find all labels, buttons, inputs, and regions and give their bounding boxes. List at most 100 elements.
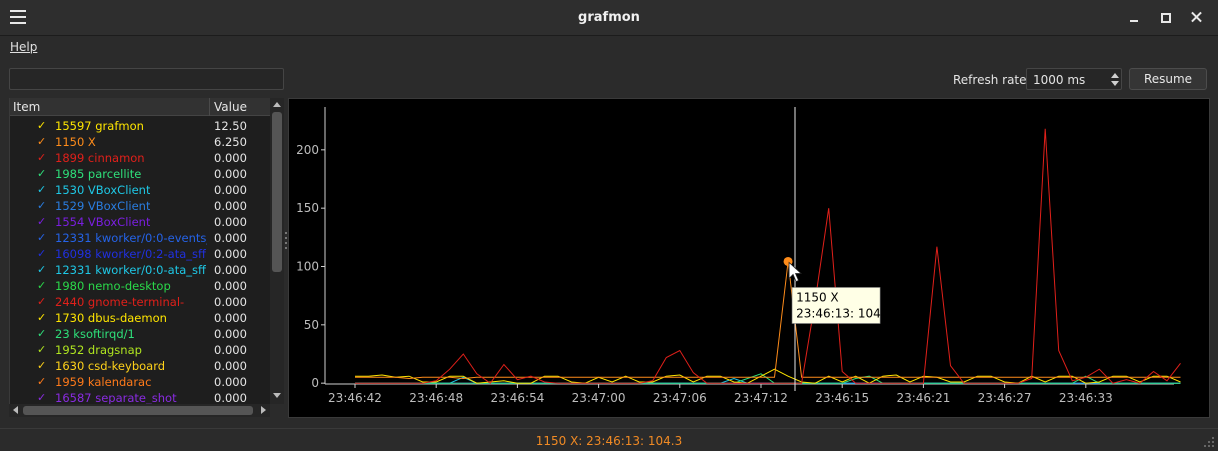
list-item-value: 0.000 (214, 263, 247, 277)
checkbox-check-icon[interactable]: ✓ (37, 246, 46, 262)
horizontal-scrollbar[interactable] (9, 404, 270, 417)
refresh-rate-label: Refresh rate: (953, 73, 1031, 87)
list-item-label: 1952 dragsnap (55, 343, 142, 357)
checkbox-check-icon[interactable]: ✓ (37, 390, 46, 404)
list-item-label: 1150 X (55, 135, 96, 149)
list-item[interactable]: ✓ 1150 X 6.250 (10, 134, 270, 150)
list-item-value: 0.000 (214, 247, 247, 261)
refresh-rate-spinbox[interactable]: 1000 ms (1026, 68, 1122, 90)
filter-input[interactable] (9, 68, 284, 90)
column-header-item[interactable]: Item (13, 100, 40, 114)
list-item-label: 1529 VBoxClient (55, 199, 151, 213)
menu-bar: Help (0, 37, 1218, 59)
process-list[interactable]: Item Value ✓ 15597 grafmon 12.50 ✓ 1150 X 6.2… (9, 98, 270, 404)
x-tick-label: 23:46:15 (815, 391, 869, 405)
list-item-value: 0.000 (214, 279, 247, 293)
list-item[interactable]: ✓ 1952 dragsnap 0.000 (10, 342, 270, 358)
list-item[interactable]: ✓ 1730 dbus-daemon 0.000 (10, 310, 270, 326)
list-item-value: 0.000 (214, 295, 247, 309)
checkbox-check-icon[interactable]: ✓ (37, 326, 46, 342)
list-header: Item Value (10, 98, 270, 116)
list-item-value: 0.000 (214, 167, 247, 181)
resize-grip-icon[interactable] (1203, 436, 1215, 448)
list-item-value: 0.000 (214, 199, 247, 213)
list-item[interactable]: ✓ 1630 csd-keyboard 0.000 (10, 358, 270, 374)
list-item[interactable]: ✓ 1554 VBoxClient 0.000 (10, 214, 270, 230)
vertical-scrollbar[interactable] (270, 98, 284, 404)
checkbox-check-icon[interactable]: ✓ (37, 134, 46, 150)
list-item-value: 0.000 (214, 327, 247, 341)
checkbox-check-icon[interactable]: ✓ (37, 342, 46, 358)
x-tick-label: 23:46:42 (328, 391, 382, 405)
checkbox-check-icon[interactable]: ✓ (37, 166, 46, 182)
list-item[interactable]: ✓ 1899 cinnamon 0.000 (10, 150, 270, 166)
scroll-up-icon[interactable] (271, 99, 283, 111)
series-line[interactable] (355, 128, 1181, 384)
list-rows: ✓ 15597 grafmon 12.50 ✓ 1150 X 6.250 ✓ 1899 cin… (10, 118, 270, 404)
list-item-label: 1554 VBoxClient (55, 215, 151, 229)
scroll-right-icon[interactable] (257, 405, 269, 416)
list-item-label: 1730 dbus-daemon (55, 311, 167, 325)
list-item[interactable]: ✓ 23 ksoftirqd/1 0.000 (10, 326, 270, 342)
close-icon[interactable] (1188, 8, 1206, 26)
checkbox-check-icon[interactable]: ✓ (37, 182, 46, 198)
list-item-label: 1985 parcellite (55, 167, 142, 181)
list-item[interactable]: ✓ 16587 separate_shot 0.000 (10, 390, 270, 404)
minimize-icon[interactable] (1126, 8, 1144, 26)
list-item[interactable]: ✓ 1530 VBoxClient 0.000 (10, 182, 270, 198)
x-tick-label: 23:46:21 (896, 391, 950, 405)
checkbox-check-icon[interactable]: ✓ (37, 262, 46, 278)
scroll-thumb[interactable] (272, 112, 282, 272)
checkbox-check-icon[interactable]: ✓ (37, 310, 46, 326)
list-item[interactable]: ✓ 12331 kworker/0:0-ata_sff 0.000 (10, 262, 270, 278)
list-item[interactable]: ✓ 1959 kalendarac 0.000 (10, 374, 270, 390)
x-tick-label: 23:46:54 (490, 391, 544, 405)
list-item[interactable]: ✓ 1985 parcellite 0.000 (10, 166, 270, 182)
list-item[interactable]: ✓ 2440 gnome-terminal- 0.000 (10, 294, 270, 310)
line-chart[interactable]: 0 50 100 150 200 23:46:42 23:46:48 23:46:54 23:4… (288, 98, 1210, 418)
scroll-left-icon[interactable] (10, 405, 22, 416)
list-item[interactable]: ✓ 15597 grafmon 12.50 (10, 118, 270, 134)
checkbox-check-icon[interactable]: ✓ (37, 198, 46, 214)
scroll-down-icon[interactable] (271, 389, 283, 401)
scroll-thumb-horizontal[interactable] (23, 406, 253, 415)
spin-down-icon[interactable] (1109, 79, 1121, 89)
checkbox-check-icon[interactable]: ✓ (37, 118, 46, 134)
menu-help[interactable]: Help (10, 40, 37, 54)
checkbox-check-icon[interactable]: ✓ (37, 374, 46, 390)
y-tick-label: 50 (304, 318, 319, 332)
list-item-value: 0.000 (214, 231, 247, 245)
list-item-label: 1899 cinnamon (55, 151, 145, 165)
list-item-value: 12.50 (214, 119, 247, 133)
list-item-value: 0.000 (214, 391, 247, 404)
list-item[interactable]: ✓ 12331 kworker/0:0-events_... 0.000 (10, 230, 270, 246)
list-item-value: 0.000 (214, 183, 247, 197)
checkbox-check-icon[interactable]: ✓ (37, 214, 46, 230)
list-item-value: 0.000 (214, 215, 247, 229)
x-tick-label: 23:46:48 (409, 391, 463, 405)
x-tick-label: 23:47:06 (653, 391, 707, 405)
list-item-label: 1959 kalendarac (55, 375, 152, 389)
refresh-rate-value[interactable]: 1000 ms (1033, 73, 1085, 87)
list-item[interactable]: ✓ 16098 kworker/0:2-ata_sff 0.000 (10, 246, 270, 262)
list-item-label: 1530 VBoxClient (55, 183, 151, 197)
maximize-icon[interactable] (1156, 8, 1174, 26)
list-item[interactable]: ✓ 1529 VBoxClient 0.000 (10, 198, 270, 214)
checkbox-check-icon[interactable]: ✓ (37, 150, 46, 166)
resume-button[interactable]: Resume (1129, 68, 1207, 90)
tooltip-text: 23:46:13: 104.3 (796, 306, 892, 320)
series-line[interactable] (355, 368, 1181, 384)
checkbox-check-icon[interactable]: ✓ (37, 230, 46, 246)
checkbox-check-icon[interactable]: ✓ (37, 358, 46, 374)
column-header-value[interactable]: Value (209, 98, 270, 116)
checkbox-check-icon[interactable]: ✓ (37, 278, 46, 294)
list-item-label: 2440 gnome-terminal- (55, 295, 185, 309)
list-item-label: 1630 csd-keyboard (55, 359, 166, 373)
list-item[interactable]: ✓ 1980 nemo-desktop 0.000 (10, 278, 270, 294)
list-item-label: 1980 nemo-desktop (55, 279, 171, 293)
list-item-value: 0.000 (214, 375, 247, 389)
list-item-label: 23 ksoftirqd/1 (55, 327, 135, 341)
x-tick-label: 23:47:00 (572, 391, 626, 405)
checkbox-check-icon[interactable]: ✓ (37, 294, 46, 310)
chart-svg: 0 50 100 150 200 23:46:42 23:46:48 23:46:54 23:4… (296, 107, 1181, 405)
